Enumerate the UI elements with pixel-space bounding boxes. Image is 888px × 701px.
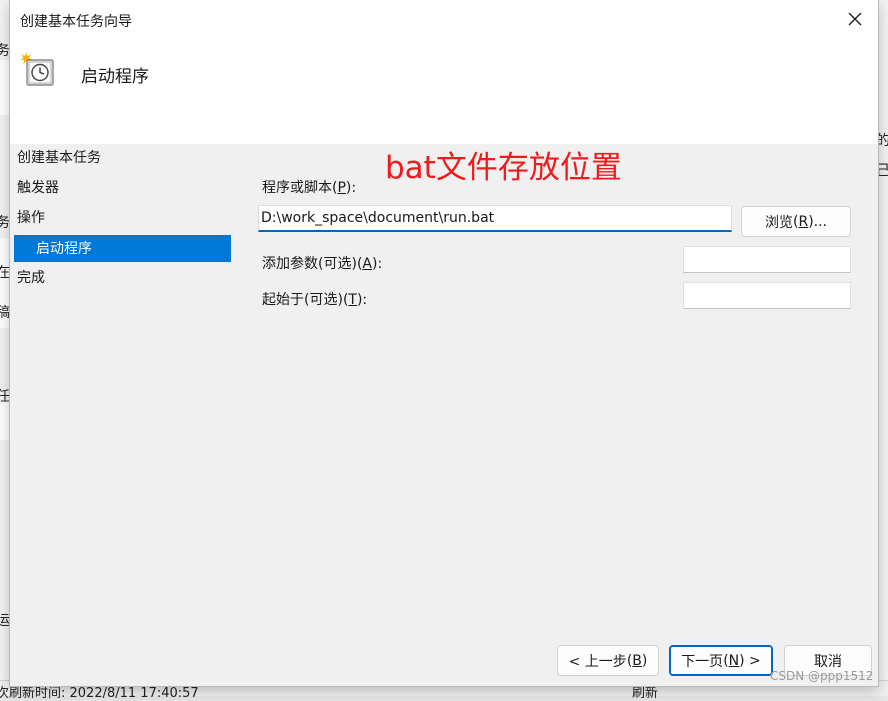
close-button[interactable] bbox=[832, 0, 878, 38]
start-in-label: 起始于(可选)(T): bbox=[262, 292, 368, 308]
background-text: 任 bbox=[0, 389, 10, 405]
background-text: 务 bbox=[0, 43, 10, 59]
back-button[interactable]: < 上一步(B) bbox=[557, 645, 659, 676]
page-title: 启动程序 bbox=[81, 67, 149, 87]
create-basic-task-wizard: 创建基本任务向导 启动程序 创建基本任务 触发器 操作 启动程序 完成 bat文… bbox=[10, 0, 878, 686]
wizard-header: 启动程序 bbox=[10, 38, 878, 144]
browse-button[interactable]: 浏览(R)... bbox=[741, 206, 851, 237]
background-text: 运 bbox=[0, 613, 10, 629]
background-text: 在 bbox=[0, 265, 10, 281]
nav-item-create-basic-task: 创建基本任务 bbox=[17, 150, 101, 166]
close-icon bbox=[848, 12, 862, 26]
nav-item-trigger: 触发器 bbox=[17, 180, 59, 196]
background-window-right bbox=[877, 0, 888, 695]
background-text: 稿 bbox=[0, 305, 10, 321]
background-strip bbox=[0, 60, 10, 115]
nav-item-finish: 完成 bbox=[17, 270, 45, 286]
next-button[interactable]: 下一页(N) > bbox=[669, 645, 773, 676]
background-strip bbox=[0, 400, 10, 440]
nav-item-action: 操作 bbox=[17, 210, 45, 226]
task-clock-icon bbox=[20, 52, 54, 86]
nav-item-label: 启动程序 bbox=[36, 241, 92, 257]
nav-item-start-program: 启动程序 bbox=[14, 235, 231, 262]
annotation-text: bat文件存放位置 bbox=[385, 150, 622, 186]
script-input[interactable] bbox=[258, 205, 732, 232]
title-bar: 创建基本任务向导 bbox=[10, 0, 878, 38]
arguments-label: 添加参数(可选)(A): bbox=[262, 256, 383, 272]
window-title: 创建基本任务向导 bbox=[20, 14, 132, 30]
watermark: CSDN @ppp1512 bbox=[770, 669, 874, 683]
arguments-input[interactable] bbox=[683, 246, 851, 273]
background-text: 务 bbox=[0, 215, 10, 231]
start-in-input[interactable] bbox=[683, 282, 851, 309]
script-label: 程序或脚本(P): bbox=[262, 180, 357, 196]
